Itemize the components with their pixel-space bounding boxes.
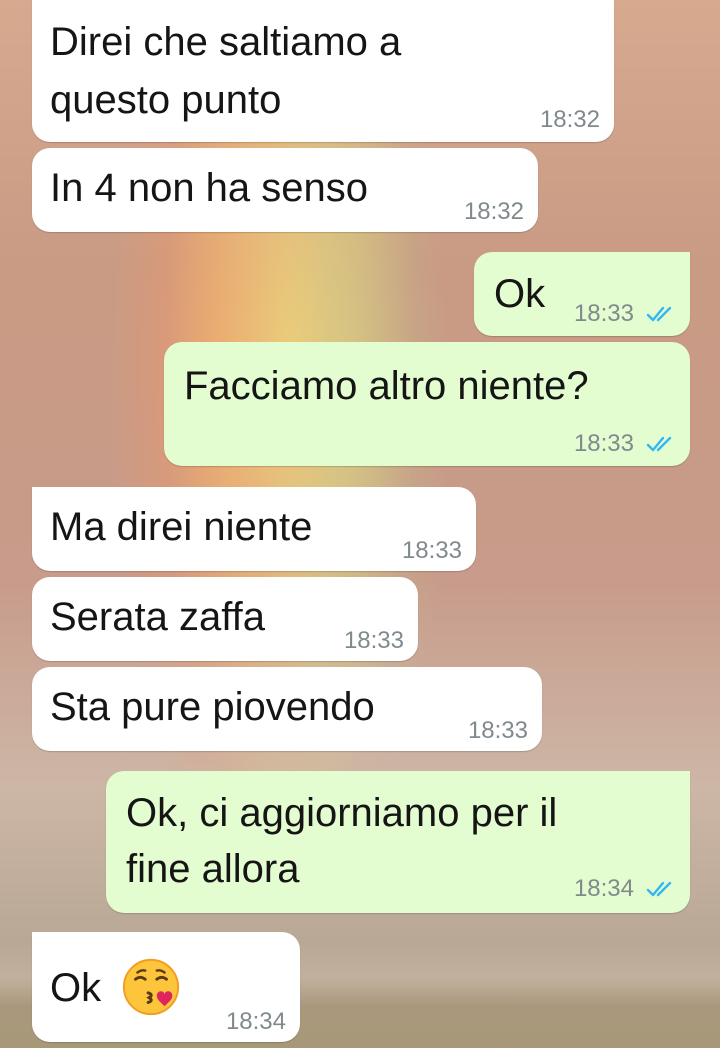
- message-bubble-outgoing[interactable]: Ok, ci aggiorniamo per il fine allora 18…: [106, 771, 690, 913]
- message-text: Ok: [494, 272, 546, 316]
- message-bubble-incoming[interactable]: In 4 non ha senso 18:32: [32, 148, 538, 232]
- message-timestamp: 18:34: [225, 1008, 286, 1035]
- message-text: questo punto: [50, 78, 282, 122]
- message-timestamp: 18:33: [573, 300, 634, 327]
- message-timestamp: 18:32: [463, 198, 524, 225]
- message-text: Ma direi niente: [50, 505, 313, 549]
- read-receipt-icon: [646, 881, 672, 897]
- message-bubble-incoming[interactable]: Ma direi niente 18:33: [32, 487, 476, 571]
- message-bubble-outgoing[interactable]: Ok 18:33: [474, 252, 690, 336]
- message-timestamp: 18:33: [573, 430, 634, 457]
- message-text: In 4 non ha senso: [50, 166, 369, 210]
- read-receipt-icon: [646, 306, 672, 322]
- message-bubble-outgoing[interactable]: Facciamo altro niente? 18:33: [164, 342, 690, 466]
- message-text: Sta pure piovendo: [50, 685, 375, 729]
- kissing-face-with-heart-emoji: [122, 958, 180, 1016]
- message-bubble-incoming[interactable]: Ok 18:34: [32, 932, 300, 1042]
- read-receipt-icon: [646, 436, 672, 452]
- message-text: Facciamo altro niente?: [184, 364, 589, 408]
- message-text: Ok, ci aggiorniamo per il: [126, 791, 558, 835]
- message-bubble-incoming[interactable]: Serata zaffa 18:33: [32, 577, 418, 661]
- message-timestamp: 18:33: [343, 627, 404, 654]
- message-text: Direi che saltiamo a: [50, 20, 402, 64]
- message-text: fine allora: [126, 847, 300, 891]
- message-timestamp: 18:32: [539, 106, 600, 133]
- message-text: Serata zaffa: [50, 595, 265, 639]
- message-timestamp: 18:33: [467, 717, 528, 744]
- message-text: Ok: [50, 966, 102, 1010]
- message-bubble-incoming[interactable]: Direi che saltiamo a questo punto 18:32: [32, 0, 614, 142]
- message-timestamp: 18:33: [401, 537, 462, 564]
- message-bubble-incoming[interactable]: Sta pure piovendo 18:33: [32, 667, 542, 751]
- message-timestamp: 18:34: [573, 875, 634, 902]
